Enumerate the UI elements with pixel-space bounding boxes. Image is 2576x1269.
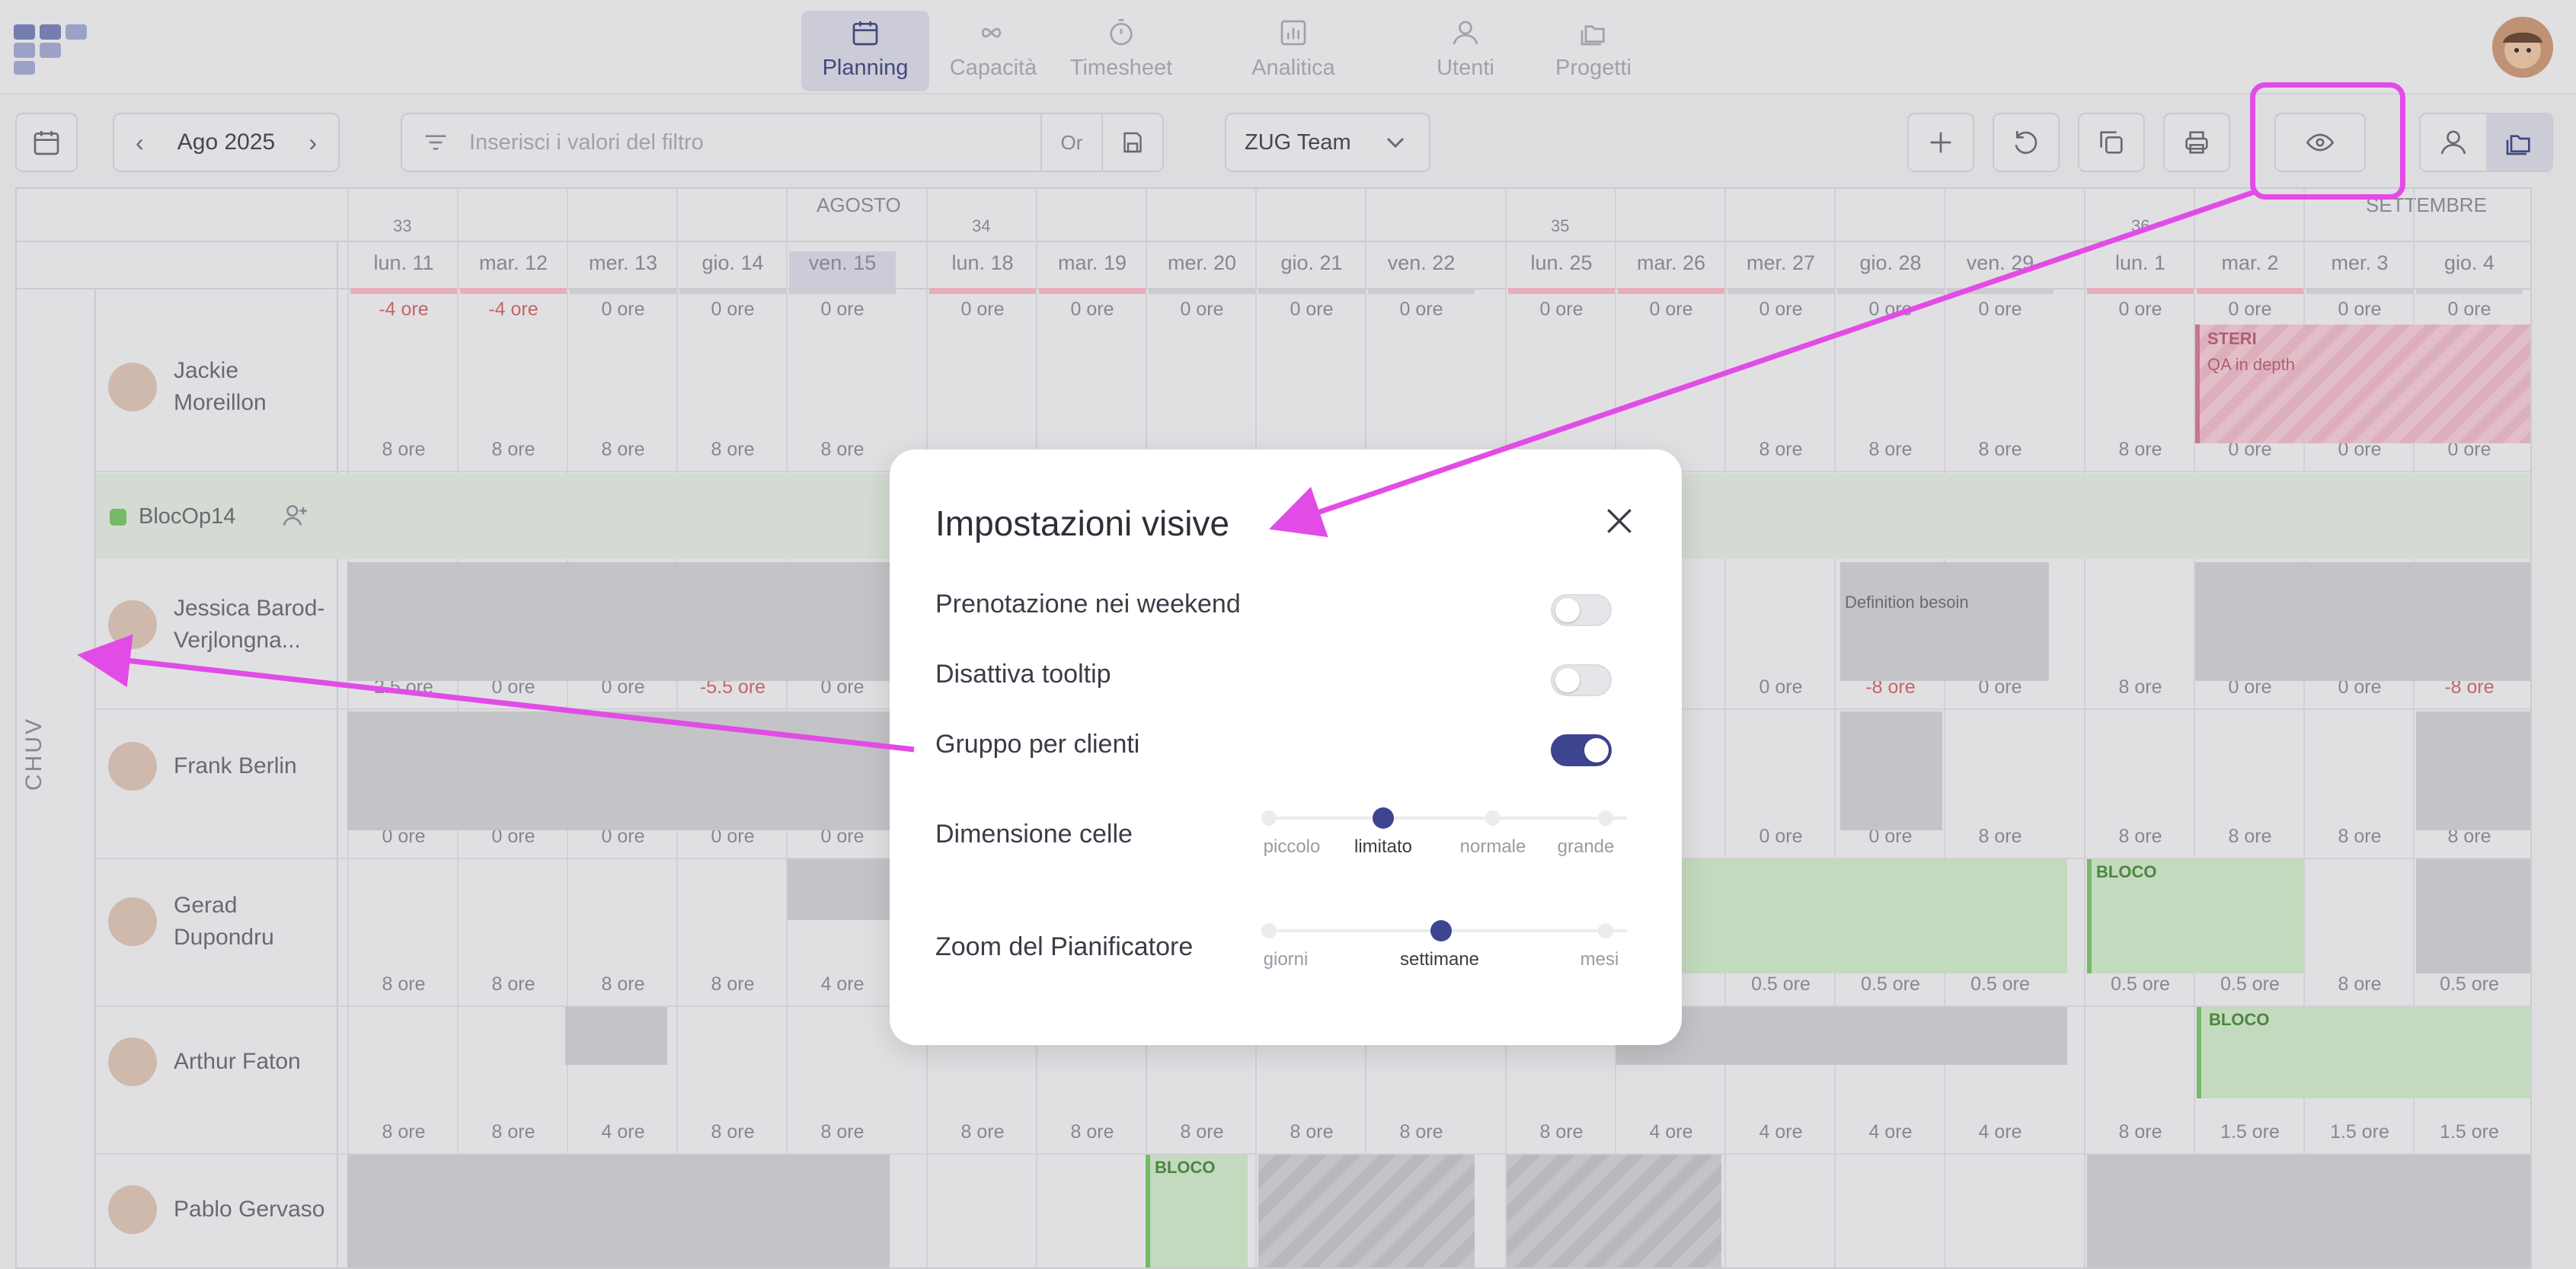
- group-clients-toggle[interactable]: [1551, 734, 1612, 766]
- cell-size-option[interactable]: piccolo: [1264, 836, 1321, 858]
- zoom-option[interactable]: giorni: [1264, 949, 1309, 970]
- zoom-slider[interactable]: giorni settimane mesi: [1261, 914, 1635, 970]
- cell-size-label: Dimensione celle: [935, 820, 1133, 849]
- tooltip-label: Disattiva tooltip: [935, 660, 1111, 689]
- close-icon[interactable]: [1603, 504, 1636, 538]
- highlight-box: [2250, 82, 2405, 200]
- zoom-option[interactable]: mesi: [1580, 949, 1619, 970]
- dialog-title: Impostazioni visive: [935, 503, 1230, 543]
- zoom-label: Zoom del Pianificatore: [935, 932, 1194, 961]
- weekend-toggle[interactable]: [1551, 594, 1612, 626]
- visual-settings-dialog: Impostazioni visive Prenotazione nei wee…: [890, 449, 1682, 1045]
- cell-size-slider[interactable]: piccolo limitato normale grande: [1261, 801, 1635, 857]
- cell-size-option[interactable]: normale: [1460, 836, 1526, 858]
- group-clients-label: Gruppo per clienti: [935, 730, 1140, 759]
- weekend-label: Prenotazione nei weekend: [935, 590, 1241, 619]
- cell-size-option[interactable]: limitato: [1354, 836, 1412, 858]
- cell-size-option[interactable]: grande: [1558, 836, 1615, 858]
- tooltip-toggle[interactable]: [1551, 664, 1612, 696]
- zoom-option[interactable]: settimane: [1400, 949, 1479, 970]
